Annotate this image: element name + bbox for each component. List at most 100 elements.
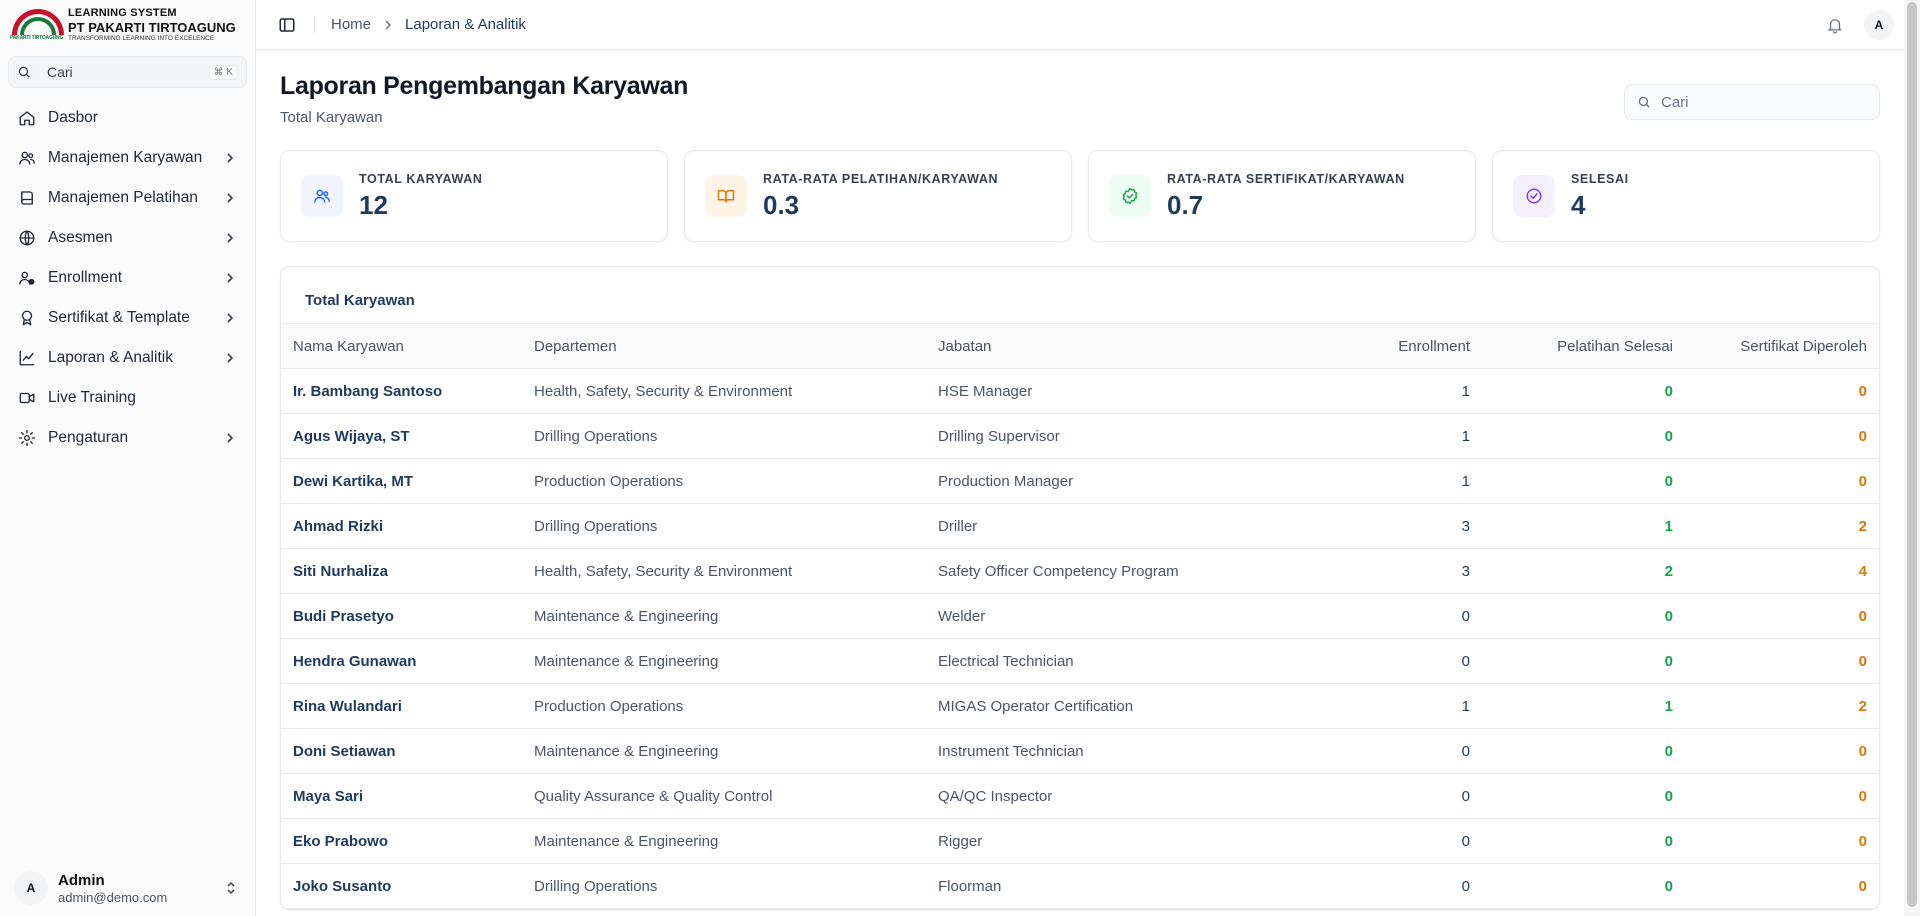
employee-name[interactable]: Budi Prasetyo	[281, 593, 522, 639]
sidebar-item-label: Asesmen	[48, 229, 113, 246]
employee-name[interactable]: Eko Prabowo	[281, 818, 522, 864]
table-row[interactable]: Siti Nurhaliza Health, Safety, Security &…	[281, 548, 1879, 594]
table-row[interactable]: Ir. Bambang Santoso Health, Safety, Secur…	[281, 368, 1879, 414]
sidebar-item-dasbor[interactable]: Dasbor	[0, 98, 255, 138]
table-row[interactable]: Doni Setiawan Maintenance & Engineering In…	[281, 728, 1879, 774]
sidebar-toggle-icon[interactable]	[278, 16, 296, 34]
position: MIGAS Operator Certification	[926, 683, 1322, 729]
completed-count: 0	[1482, 728, 1685, 774]
sidebar-item-pengaturan[interactable]: Pengaturan	[0, 418, 255, 458]
table-row[interactable]: Agus Wijaya, ST Drilling Operations Drilli…	[281, 413, 1879, 459]
table-row[interactable]: Joko Susanto Drilling Operations Floorman 0…	[281, 863, 1879, 909]
completed-count: 0	[1482, 773, 1685, 819]
table-header-row: Nama Karyawan Departemen Jabatan Enrollment…	[281, 323, 1879, 369]
sidebar-item-laporan-analitik[interactable]: Laporan & Analitik	[0, 338, 255, 378]
table-row[interactable]: Ahmad Rizki Drilling Operations Driller 3 1 2	[281, 503, 1879, 549]
stat-card: RATA-RATA SERTIFIKAT/KARYAWAN 0.7	[1088, 150, 1476, 242]
enrollment-count: 0	[1322, 638, 1482, 684]
sidebar-item-manajemen-karyawan[interactable]: Manajemen Karyawan	[0, 138, 255, 178]
stat-label: SELESAI	[1571, 171, 1629, 186]
enrollment-count: 0	[1322, 593, 1482, 639]
circle-check-icon	[1513, 175, 1555, 217]
table-row[interactable]: Maya Sari Quality Assurance & Quality Con…	[281, 773, 1879, 819]
sidebar-nav: Dasbor Manajemen Karyawan Manajemen Pelati…	[0, 98, 255, 458]
avatar: A	[14, 871, 48, 905]
certificate-count: 2	[1685, 683, 1879, 729]
department: Maintenance & Engineering	[522, 593, 926, 639]
award-icon	[18, 309, 36, 327]
employee-name[interactable]: Ahmad Rizki	[281, 503, 522, 549]
enrollment-count: 0	[1322, 728, 1482, 774]
stat-label: RATA-RATA PELATIHAN/KARYAWAN	[763, 171, 999, 186]
completed-count: 2	[1482, 548, 1685, 594]
sidebar-item-label: Manajemen Karyawan	[48, 149, 203, 166]
department: Health, Safety, Security & Environment	[522, 368, 926, 414]
search-shortcut: ⌘ K	[208, 64, 238, 80]
brand-tagline: TRANSFORMING LEARNING INTO EXCELENCE	[68, 34, 215, 42]
enrollment-count: 1	[1322, 368, 1482, 414]
employee-name[interactable]: Ir. Bambang Santoso	[281, 368, 522, 414]
department: Health, Safety, Security & Environment	[522, 548, 926, 594]
department: Drilling Operations	[522, 863, 926, 909]
bell-icon[interactable]	[1826, 16, 1844, 34]
breadcrumb-home[interactable]: Home	[331, 16, 371, 33]
table-row[interactable]: Eko Prabowo Maintenance & Engineering Rigg…	[281, 818, 1879, 864]
position: HSE Manager	[926, 368, 1322, 414]
table-title: Total Karyawan	[305, 291, 415, 309]
employee-name[interactable]: Maya Sari	[281, 773, 522, 819]
employee-table-card: Total Karyawan Nama Karyawan Departemen Ja…	[280, 266, 1880, 910]
sidebar-user-menu[interactable]: A Admin admin@demo.com	[0, 860, 255, 916]
position: Rigger	[926, 818, 1322, 864]
completed-count: 1	[1482, 503, 1685, 549]
table-row[interactable]: Budi Prasetyo Maintenance & Engineering We…	[281, 593, 1879, 639]
column-header[interactable]: Jabatan	[926, 323, 1322, 369]
sidebar-item-label: Pengaturan	[48, 429, 129, 446]
certificate-count: 0	[1685, 773, 1879, 819]
department: Quality Assurance & Quality Control	[522, 773, 926, 819]
column-header[interactable]: Departemen	[522, 323, 926, 369]
employee-name[interactable]: Hendra Gunawan	[281, 638, 522, 684]
stat-value: 0.3	[763, 189, 800, 220]
employee-name[interactable]: Doni Setiawan	[281, 728, 522, 774]
sidebar: PAKARTI TIRTOAGUNG LEARNING SYSTEM PT PA…	[0, 0, 256, 916]
sidebar-item-asesmen[interactable]: Asesmen	[0, 218, 255, 258]
employee-name[interactable]: Agus Wijaya, ST	[281, 413, 522, 459]
table-row[interactable]: Dewi Kartika, MT Production Operations Pro…	[281, 458, 1879, 504]
sidebar-item-live-training[interactable]: Live Training	[0, 378, 255, 418]
employee-name[interactable]: Rina Wulandari	[281, 683, 522, 729]
table-search[interactable]	[1624, 84, 1880, 120]
table-row[interactable]: Rina Wulandari Production Operations MIGAS…	[281, 683, 1879, 729]
book-open-icon	[705, 175, 747, 217]
sidebar-search[interactable]: Cari ⌘ K	[8, 56, 247, 88]
completed-count: 0	[1482, 413, 1685, 459]
employee-name[interactable]: Dewi Kartika, MT	[281, 458, 522, 504]
brand[interactable]: PAKARTI TIRTOAGUNG LEARNING SYSTEM PT PA…	[0, 0, 255, 50]
completed-count: 0	[1482, 458, 1685, 504]
department: Production Operations	[522, 683, 926, 729]
sidebar-item-label: Live Training	[48, 389, 136, 406]
search-input[interactable]	[1661, 93, 1861, 111]
certificate-count: 0	[1685, 458, 1879, 504]
position: QA/QC Inspector	[926, 773, 1322, 819]
column-header[interactable]: Sertifikat Diperoleh	[1685, 323, 1879, 369]
scrollbar[interactable]	[1904, 0, 1920, 916]
sidebar-item-manajemen-pelatihan[interactable]: Manajemen Pelatihan	[0, 178, 255, 218]
position: Safety Officer Competency Program	[926, 548, 1322, 594]
scrollbar-thumb[interactable]	[1907, 2, 1917, 907]
column-header[interactable]: Nama Karyawan	[281, 323, 522, 369]
position: Electrical Technician	[926, 638, 1322, 684]
chevron-right-icon	[227, 433, 234, 443]
completed-count: 1	[1482, 683, 1685, 729]
table-row[interactable]: Hendra Gunawan Maintenance & Engineering E…	[281, 638, 1879, 684]
chevron-right-icon	[227, 313, 234, 323]
avatar[interactable]: A	[1864, 9, 1894, 40]
sidebar-item-sertifikat-template[interactable]: Sertifikat & Template	[0, 298, 255, 338]
sidebar-item-enrollment[interactable]: Enrollment	[0, 258, 255, 298]
employee-name[interactable]: Siti Nurhaliza	[281, 548, 522, 594]
column-header[interactable]: Pelatihan Selesai	[1482, 323, 1685, 369]
search-icon	[1638, 96, 1650, 108]
column-header[interactable]: Enrollment	[1322, 323, 1482, 369]
position: Welder	[926, 593, 1322, 639]
badge-check-icon	[1109, 175, 1151, 217]
employee-name[interactable]: Joko Susanto	[281, 863, 522, 909]
